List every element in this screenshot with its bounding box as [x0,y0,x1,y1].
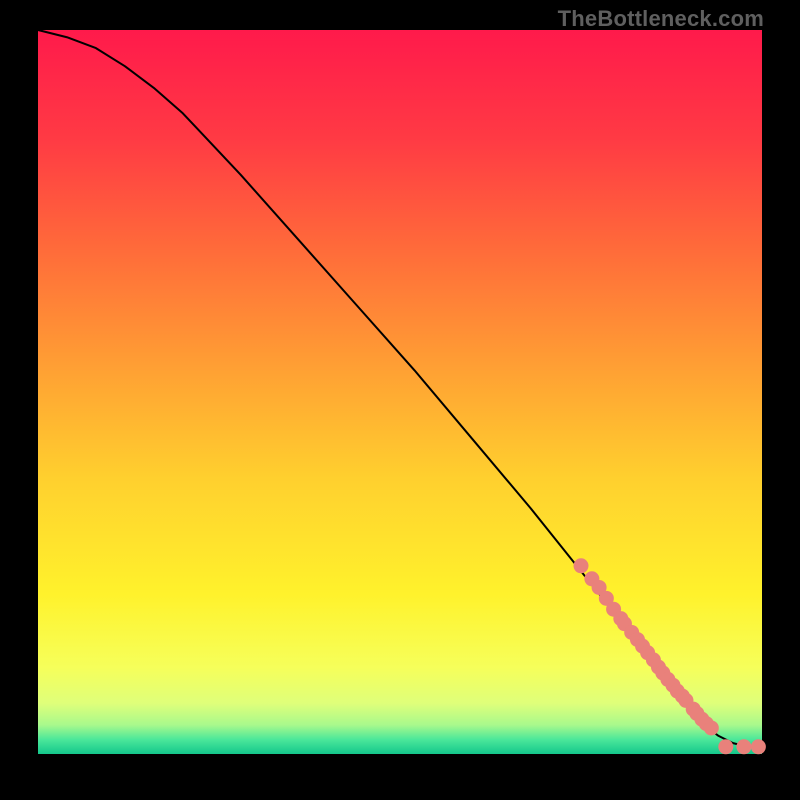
highlighted-point [718,739,733,754]
watermark-text: TheBottleneck.com [558,6,764,32]
chart-stage: TheBottleneck.com [0,0,800,800]
highlighted-point [704,720,719,735]
plot-area [38,30,762,754]
bottleneck-curve [38,30,762,747]
highlighted-point [736,739,751,754]
highlighted-point [574,558,589,573]
curve-layer [38,30,762,747]
highlighted-point [751,739,766,754]
points-layer [574,558,766,754]
chart-svg [38,30,762,754]
